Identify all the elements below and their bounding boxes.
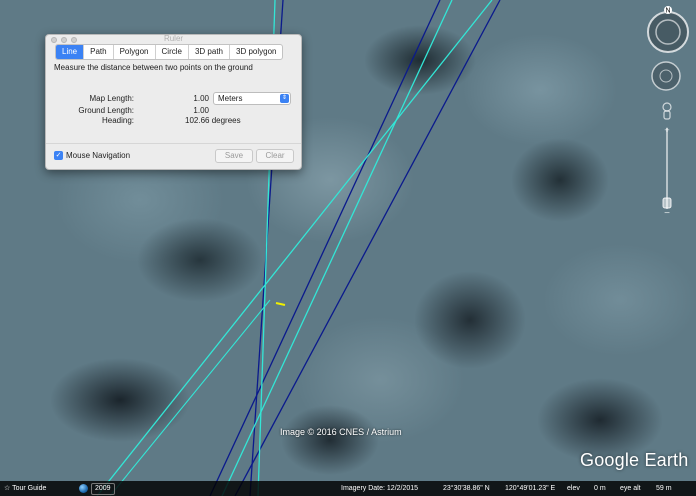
save-button[interactable]: Save [215,149,253,163]
dialog-titlebar[interactable]: Ruler [46,35,301,44]
mouse-navigation-checkbox[interactable]: ✓ [54,151,63,160]
map-length-label: Map Length: [89,94,134,103]
latitude: 23°30'38.86" N [443,485,490,492]
svg-text:−: − [664,208,670,219]
north-label: N [665,8,670,15]
unit-select[interactable]: Meters ⇕ [213,92,291,105]
heading-label: Heading: [101,116,134,125]
zoom-slider-thumb [662,197,672,209]
historical-imagery-year[interactable]: 2009 [91,483,115,495]
clear-button[interactable]: Clear [256,149,294,163]
ground-length-value: 1.00 [193,106,209,115]
nav-svg: N + − [647,6,689,219]
navigation-controls: N + − [646,4,692,224]
eye-alt-value: 59 m [656,485,672,492]
eye-alt-label: eye alt [620,485,641,492]
heading-value: 102.66 degrees [185,116,241,125]
tab-line[interactable]: Line [56,45,85,59]
updown-arrows-icon: ⇕ [280,94,289,103]
ruler-dialog: Ruler Line Path Polygon Circle 3D path 3… [45,34,302,170]
tab-3d-path[interactable]: 3D path [189,45,230,59]
imagery-copyright: Image © 2016 CNES / Astrium [280,427,402,437]
tab-path[interactable]: Path [84,45,114,59]
cyan-line [109,299,271,496]
unit-select-value: Meters [218,94,243,103]
elevation-label: elev [567,485,580,492]
svg-text:+: + [664,125,669,135]
map-length-value: 1.00 [193,94,209,103]
tab-polygon[interactable]: Polygon [114,45,156,59]
divider [46,143,301,144]
tour-guide-button[interactable]: ☆ Tour Guide [4,483,46,494]
compass-ring [647,11,689,53]
tab-3d-polygon[interactable]: 3D polygon [230,45,282,59]
status-bar: ☆ Tour Guide 2009 Imagery Date: 12/2/201… [0,481,696,496]
tab-circle[interactable]: Circle [156,45,189,59]
measure-line [275,302,286,306]
google-earth-logo: Google Earth [580,450,689,470]
ruler-tabs: Line Path Polygon Circle 3D path 3D poly… [55,44,284,60]
pegman-icon [662,102,672,112]
dialog-title: Ruler [163,34,184,43]
look-joystick [651,61,681,91]
imagery-date: Imagery Date: 12/2/2015 [341,485,419,492]
globe-icon[interactable] [79,484,88,493]
star-icon: ☆ [4,485,11,492]
ground-length-label: Ground Length: [78,106,134,115]
longitude: 120°49'01.23" E [505,485,556,492]
instruction-text: Measure the distance between two points … [54,63,253,72]
tour-guide-label: Tour Guide [12,485,47,492]
mouse-navigation-label: Mouse Navigation [66,151,131,160]
elevation-value: 0 m [594,485,606,492]
